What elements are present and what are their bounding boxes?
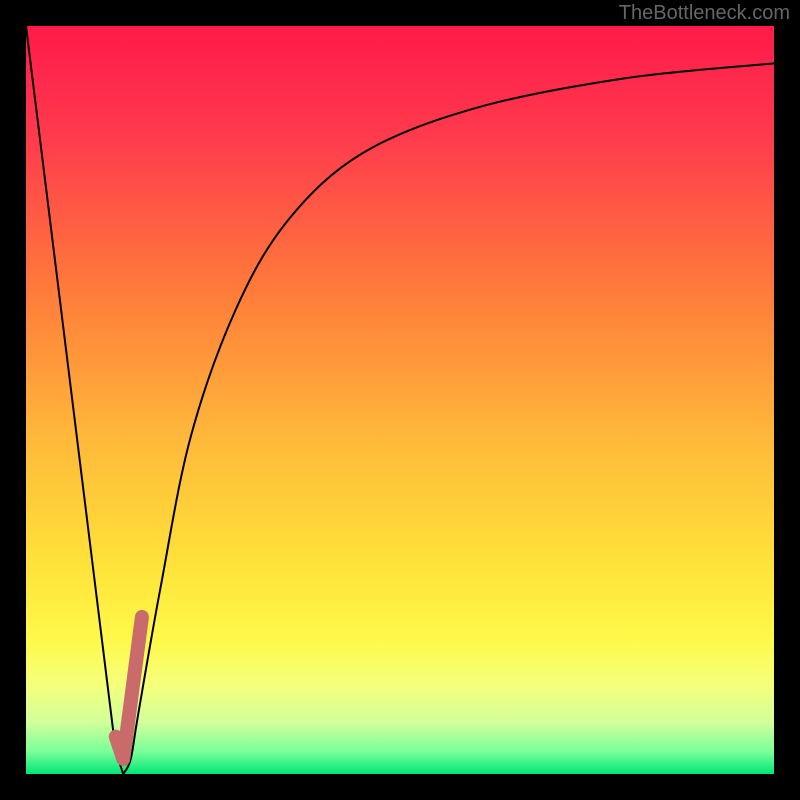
watermark-text: TheBottleneck.com [619,2,790,25]
chart-container [26,26,774,774]
highlight-marker [26,26,774,774]
